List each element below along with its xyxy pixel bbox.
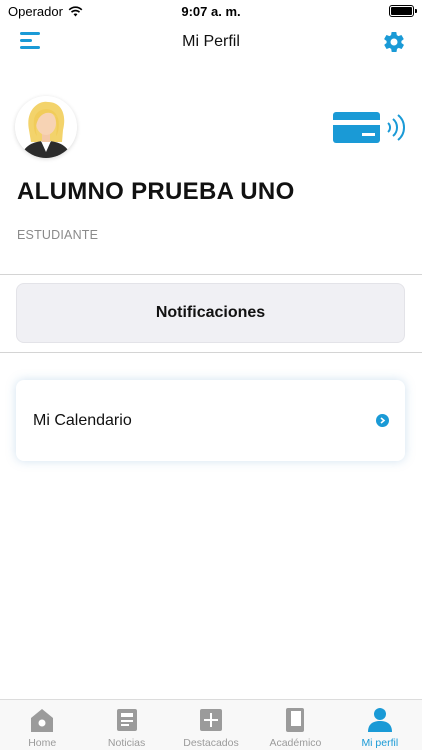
gear-icon[interactable]: [382, 30, 406, 54]
notifications-label: Notificaciones: [155, 304, 266, 321]
carrier-label: Operador: [8, 3, 63, 19]
home-icon: [31, 709, 54, 732]
battery-fill: [391, 7, 412, 15]
tab-academic[interactable]: Académico: [253, 700, 337, 750]
news-icon: [116, 709, 137, 731]
profile-role: ESTUDIANTE: [17, 228, 99, 242]
tab-bar: Home Noticias Destacados Académico Mi pe…: [0, 699, 422, 750]
tab-home-label: Home: [28, 737, 57, 749]
notifications-button[interactable]: Notificaciones: [16, 283, 405, 343]
profile-name: ALUMNO PRUEBA UNO: [17, 178, 295, 205]
tab-news-label: Noticias: [107, 737, 146, 749]
status-left: Operador: [8, 4, 83, 19]
tab-featured-label: Destacados: [183, 737, 239, 749]
user-avatar-icon[interactable]: [15, 96, 77, 158]
chevron-right-circle-icon[interactable]: [376, 414, 389, 427]
tab-profile-label: Mi perfil: [361, 737, 399, 749]
divider-bottom: [0, 352, 422, 353]
plus-square-icon: [200, 709, 223, 731]
calendar-label: Mi Calendario: [33, 411, 132, 429]
tab-featured[interactable]: Destacados: [169, 700, 253, 750]
avatar-illustration: [15, 96, 77, 158]
battery-icon: [389, 5, 417, 17]
tab-home[interactable]: Home: [0, 700, 84, 750]
calendar-card[interactable]: Mi Calendario: [16, 380, 405, 461]
person-icon: [367, 708, 392, 732]
contactless-card-icon[interactable]: [333, 110, 407, 146]
nav-bar: Mi Perfil: [0, 22, 422, 62]
profile-screen: Operador 9:07 a. m. Mi Perfil ALUMNO PRU…: [0, 0, 422, 750]
tab-academic-label: Académico: [269, 737, 322, 749]
page-title: Mi Perfil: [182, 33, 240, 50]
hamburger-menu-icon[interactable]: [20, 32, 42, 52]
divider-top: [0, 274, 422, 275]
tab-profile[interactable]: Mi perfil: [338, 700, 422, 750]
tab-news[interactable]: Noticias: [84, 700, 168, 750]
wifi-icon: [68, 5, 83, 16]
book-icon: [286, 708, 305, 732]
status-bar: Operador 9:07 a. m.: [0, 0, 422, 22]
